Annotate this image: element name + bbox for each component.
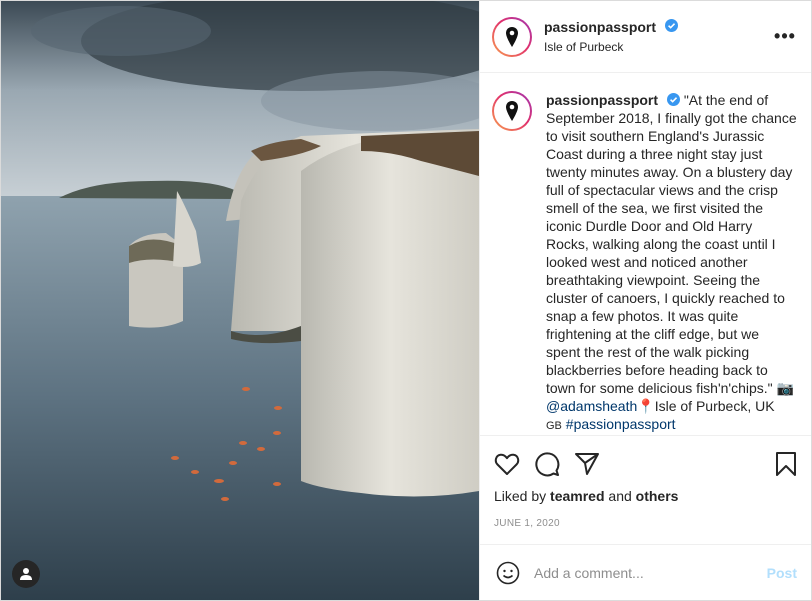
likes-summary: Liked by teamred and others (494, 488, 797, 504)
post-actions: Liked by teamred and others JUNE 1, 2020 (480, 435, 811, 536)
liked-by-and: and (608, 488, 632, 504)
caption-location: Isle of Purbeck, UK (654, 398, 775, 414)
comment-button[interactable] (534, 444, 574, 484)
save-button[interactable] (757, 444, 797, 484)
post-photo[interactable] (1, 1, 479, 600)
caption-area: passionpassport "At the end of September… (480, 73, 811, 435)
header-username[interactable]: passionpassport (544, 19, 656, 35)
caption-body: "At the end of September 2018, I finally… (546, 92, 797, 396)
post-dialog: passionpassport Isle of Purbeck ••• pass… (0, 0, 812, 601)
paper-plane-icon (575, 453, 599, 475)
location-pin-icon (506, 101, 518, 121)
mention-link[interactable]: @adamsheath (546, 398, 637, 414)
like-button[interactable] (494, 444, 534, 484)
coastal-cliff-photo (1, 1, 479, 600)
avatar[interactable] (492, 16, 532, 57)
caption-username[interactable]: passionpassport (546, 92, 658, 108)
bookmark-icon (776, 452, 796, 476)
camera-emoji: 📷 (776, 380, 794, 396)
liked-by-others-link[interactable]: others (636, 488, 679, 504)
comment-input[interactable] (534, 564, 767, 581)
tagged-user-button[interactable] (12, 560, 40, 588)
add-comment-bar: Post (480, 544, 811, 600)
post-comment-button[interactable]: Post (767, 565, 797, 581)
emoji-icon[interactable] (496, 561, 520, 585)
liked-by-user-link[interactable]: teamred (550, 488, 604, 504)
heart-icon (494, 453, 520, 475)
liked-by-prefix: Liked by (494, 488, 547, 504)
pin-emoji: 📍 (637, 398, 655, 414)
more-options-button[interactable]: ••• (773, 25, 797, 49)
caption-avatar[interactable] (492, 91, 532, 131)
post-date[interactable]: JUNE 1, 2020 (494, 518, 797, 536)
verified-badge-icon (665, 19, 679, 32)
location-pin-icon (506, 26, 518, 47)
post-side-panel: passionpassport Isle of Purbeck ••• pass… (479, 1, 811, 600)
header-location[interactable]: Isle of Purbeck (544, 40, 773, 54)
caption-text: passionpassport "At the end of September… (546, 91, 797, 435)
hashtag-link[interactable]: #passionpassport (566, 416, 676, 432)
user-icon (20, 568, 32, 580)
comment-icon (535, 452, 560, 477)
share-button[interactable] (574, 444, 614, 484)
flag-code: GB (546, 420, 562, 432)
verified-badge-icon (666, 93, 680, 106)
post-header: passionpassport Isle of Purbeck ••• (480, 1, 811, 73)
